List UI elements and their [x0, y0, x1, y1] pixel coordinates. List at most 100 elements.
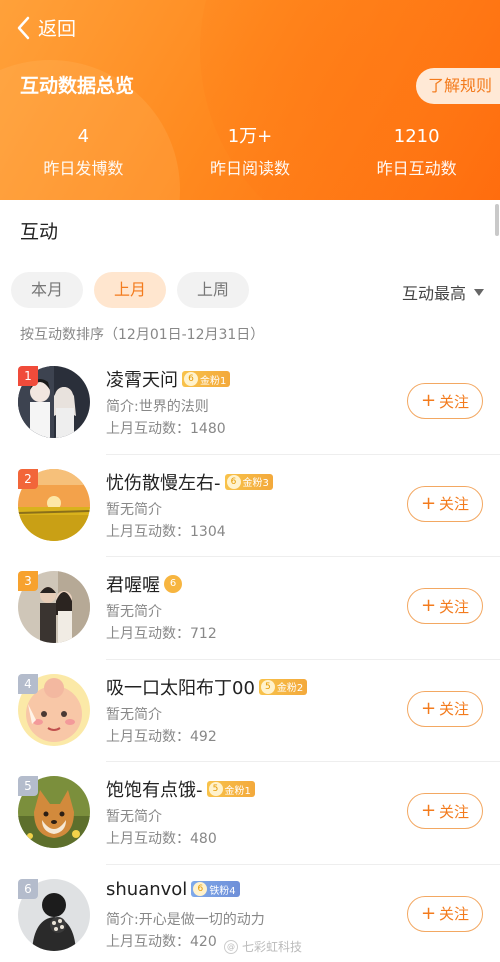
back-button[interactable]: 返回: [14, 14, 76, 41]
list-item[interactable]: 4 吸一口太阳布丁00 5 金粉2 暂无简介 上月互动数：492 + 关注: [0, 660, 500, 762]
plus-icon: +: [420, 595, 437, 616]
user-intro: 暂无简介: [106, 706, 162, 723]
tab-this-month[interactable]: 本月: [11, 272, 83, 308]
rank-badge: 1: [18, 366, 38, 386]
sort-dropdown[interactable]: 互动最高: [402, 280, 484, 304]
name-line: shuanvol 6 铁粉4: [106, 879, 240, 900]
crown-icon: 6: [164, 575, 182, 593]
list-item[interactable]: 5 饱饱有点饿- 5 金粉1 暂无简介 上月互动数：480 + 关注: [0, 762, 500, 865]
fan-badge-text: 金粉3: [242, 478, 269, 489]
follow-button[interactable]: + 关注: [407, 895, 483, 932]
user-intro: 暂无简介: [106, 809, 162, 825]
fan-badge: 5 金粉1: [206, 781, 255, 797]
user-name[interactable]: 凌霄天问: [106, 366, 178, 392]
count-value: 420: [190, 933, 217, 950]
user-intro: 暂无简介: [106, 501, 162, 518]
follow-button[interactable]: + 关注: [407, 793, 483, 829]
follow-label: 关注: [439, 802, 470, 821]
follow-button[interactable]: + 关注: [407, 588, 483, 624]
stat-interactions: 1210 昨日互动数: [333, 124, 500, 179]
user-intro: 简介:世界的法则: [106, 399, 209, 415]
count-label: 上月互动数: [106, 626, 176, 642]
user-name[interactable]: 忧伤散慢左右-: [106, 469, 221, 495]
chevron-left-icon: [17, 16, 30, 39]
rank-badge: 5: [18, 776, 38, 796]
name-line: 吸一口太阳布丁00 5 金粉2: [106, 674, 308, 700]
stat-posts: 4 昨日发博数: [0, 124, 167, 179]
count-label: 上月互动数: [106, 933, 176, 950]
fan-badge-text: 金粉1: [224, 785, 251, 797]
interaction-count: 上月互动数：480: [106, 831, 217, 847]
stat-label: 昨日阅读数: [210, 159, 291, 178]
stats-row: 4 昨日发博数 1万+ 昨日阅读数 1210 昨日互动数: [0, 124, 500, 179]
count-label: 上月互动数: [106, 421, 176, 437]
crown-icon: 6: [193, 882, 208, 896]
count-value: 480: [190, 831, 217, 847]
count-value: 1480: [190, 421, 226, 437]
plus-icon: +: [420, 902, 437, 924]
follow-label: 关注: [439, 905, 470, 923]
count-value: 1304: [190, 523, 226, 540]
follow-button[interactable]: + 关注: [407, 383, 483, 419]
list-item[interactable]: 1 凌霄天问 6 金粉1 简介:世界的法则 上月互动数：1480 + 关注: [0, 352, 500, 455]
fan-badge-text: 铁粉4: [209, 885, 236, 897]
scrollbar[interactable]: [495, 204, 499, 236]
user-name[interactable]: 君喔喔: [106, 571, 160, 597]
fan-badge: 6 金粉3: [224, 473, 273, 490]
follow-button[interactable]: + 关注: [407, 485, 483, 522]
fan-badge: 6: [164, 575, 182, 593]
user-name[interactable]: shuanvol: [106, 879, 187, 900]
stat-reads: 1万+ 昨日阅读数: [167, 124, 334, 179]
back-label: 返回: [38, 18, 77, 40]
count-label: 上月互动数: [106, 728, 176, 745]
plus-icon: +: [420, 697, 437, 719]
page-title: 互动数据总览: [20, 75, 135, 97]
rank-badge: 6: [18, 878, 38, 899]
crown-icon: 5: [260, 679, 275, 694]
interaction-count: 上月互动数：1304: [106, 523, 226, 540]
watermark-text: 七彩虹科技: [242, 940, 303, 954]
plus-icon: +: [420, 492, 437, 514]
list-item[interactable]: 3 君喔喔 6 暂无简介 上月互动数：712 + 关注: [0, 557, 500, 660]
plus-icon: +: [420, 390, 437, 411]
crown-icon: 6: [226, 474, 241, 489]
fan-badge: 6 铁粉4: [191, 881, 240, 897]
overview-header: 返回 互动数据总览 了解规则 4 昨日发博数 1万+ 昨日阅读数 1210 昨日…: [0, 0, 500, 200]
follow-label: 关注: [439, 700, 470, 718]
rank-badge: 2: [18, 468, 38, 489]
stat-label: 昨日互动数: [376, 159, 457, 178]
interaction-count: 上月互动数：1480: [106, 421, 226, 437]
fan-badge-text: 金粉2: [276, 683, 304, 694]
sort-description: 按互动数排序（12月01日-12月31日）: [20, 327, 265, 343]
name-line: 饱饱有点饿- 5 金粉1: [106, 776, 255, 802]
user-name[interactable]: 饱饱有点饿-: [106, 776, 203, 802]
section-title: 互动: [20, 221, 59, 243]
follow-button[interactable]: + 关注: [407, 690, 483, 727]
sort-label: 互动最高: [401, 284, 466, 303]
interaction-count: 上月互动数：712: [106, 626, 217, 642]
rank-badge: 4: [18, 673, 38, 694]
stat-value: 4: [77, 126, 90, 147]
tab-last-month[interactable]: 上月: [94, 272, 166, 308]
tab-last-week[interactable]: 上周: [177, 272, 249, 308]
interaction-count: 上月互动数：420: [106, 933, 217, 950]
watermark: @ 七彩虹科技: [224, 938, 302, 955]
user-list: 1 凌霄天问 6 金粉1 简介:世界的法则 上月互动数：1480 + 关注 2 忧…: [0, 352, 500, 962]
period-tabs: 本月 上月 上周: [11, 272, 249, 308]
crown-icon: 6: [184, 372, 198, 386]
interaction-count: 上月互动数：492: [106, 728, 217, 745]
name-line: 君喔喔 6: [106, 571, 182, 597]
list-item[interactable]: 2 忧伤散慢左右- 6 金粉3 暂无简介 上月互动数：1304 + 关注: [0, 455, 500, 557]
user-name[interactable]: 吸一口太阳布丁00: [106, 674, 255, 700]
stat-label: 昨日发博数: [43, 159, 124, 178]
follow-label: 关注: [439, 495, 470, 513]
follow-label: 关注: [439, 597, 470, 616]
count-value: 712: [190, 626, 217, 642]
rules-button[interactable]: 了解规则: [415, 68, 500, 104]
user-intro: 暂无简介: [106, 604, 162, 620]
caret-down-icon: [474, 288, 484, 296]
name-line: 凌霄天问 6 金粉1: [106, 366, 231, 392]
count-label: 上月互动数: [106, 831, 176, 847]
follow-label: 关注: [439, 392, 470, 411]
weibo-logo-icon: @: [224, 939, 238, 954]
